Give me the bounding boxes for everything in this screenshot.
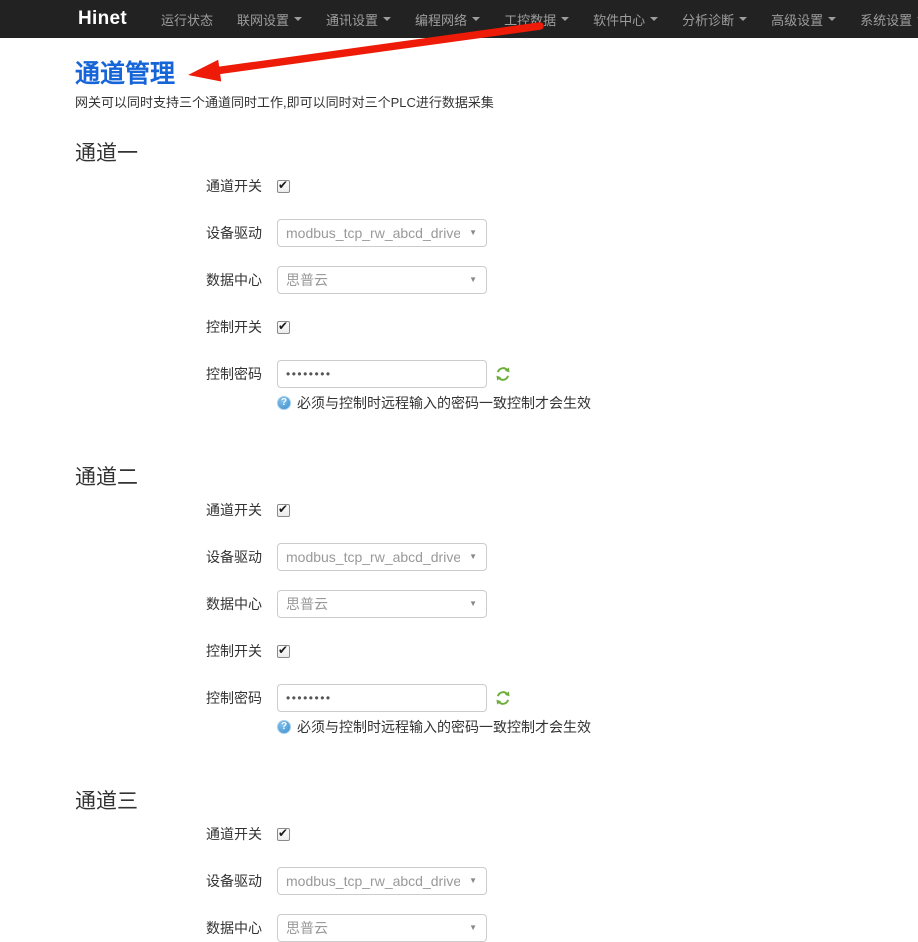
control-password-input[interactable] (277, 360, 487, 388)
nav-item-programming-network[interactable]: 编程网络 (403, 0, 492, 38)
data-center-label: 数据中心 (75, 266, 262, 294)
nav-item-advanced-settings[interactable]: 高级设置 (759, 0, 848, 38)
page-subtitle: 网关可以同时支持三个通道同时工作,即可以同时对三个PLC进行数据采集 (75, 95, 918, 111)
channel-switch-label: 通道开关 (75, 820, 262, 848)
data-center-label: 数据中心 (75, 914, 262, 942)
chevron-down-icon (472, 17, 480, 21)
channel-switch-row: 通道开关 (75, 496, 918, 524)
device-driver-label: 设备驱动 (75, 219, 262, 247)
nav-item-software-center[interactable]: 软件中心 (581, 0, 670, 38)
password-help-text: 必须与控制时远程输入的密码一致控制才会生效 (297, 717, 591, 737)
nav-item-system-settings[interactable]: 系统设置 (848, 0, 918, 38)
channel-three-section: 通道三 通道开关 设备驱动 modbus_tcp_rw_abcd_driver … (75, 789, 918, 942)
chevron-down-icon (294, 17, 302, 21)
control-switch-label: 控制开关 (75, 637, 262, 665)
nav-item-analysis-diagnosis[interactable]: 分析诊断 (670, 0, 759, 38)
nav-item-comm-settings[interactable]: 通讯设置 (314, 0, 403, 38)
password-help: ? 必须与控制时远程输入的密码一致控制才会生效 (277, 717, 591, 737)
channel-switch-label: 通道开关 (75, 172, 262, 200)
control-switch-row: 控制开关 (75, 637, 918, 665)
device-driver-label: 设备驱动 (75, 867, 262, 895)
control-switch-checkbox[interactable] (277, 321, 290, 334)
data-center-row: 数据中心 思普云 ▼ (75, 266, 918, 294)
channel-switch-checkbox[interactable] (277, 504, 290, 517)
help-icon: ? (277, 720, 291, 734)
page-title: 通道管理 (75, 60, 918, 89)
control-password-row: 控制密码 ? 必须与控制时远程输入的密码一致控制才会生 (75, 360, 918, 413)
nav-item-label: 软件中心 (593, 10, 645, 29)
channel-switch-checkbox[interactable] (277, 828, 290, 841)
data-center-select[interactable]: 思普云 (277, 266, 487, 294)
channel-one-section: 通道一 通道开关 设备驱动 modbus_tcp_rw_abcd_driver … (75, 141, 918, 413)
chevron-down-icon (561, 17, 569, 21)
nav-item-label: 编程网络 (415, 10, 467, 29)
chevron-down-icon (739, 17, 747, 21)
channel-two-section: 通道二 通道开关 设备驱动 modbus_tcp_rw_abcd_driver … (75, 465, 918, 737)
top-navbar: Hinet 运行状态 联网设置 通讯设置 编程网络 工控数据 软件中心 分析诊断… (0, 0, 918, 38)
refresh-icon (495, 690, 511, 706)
password-help: ? 必须与控制时远程输入的密码一致控制才会生效 (277, 393, 591, 413)
nav-item-label: 系统设置 (860, 10, 912, 29)
device-driver-row: 设备驱动 modbus_tcp_rw_abcd_driver ▼ (75, 543, 918, 571)
channel-switch-checkbox[interactable] (277, 180, 290, 193)
refresh-password-button[interactable] (495, 366, 511, 382)
brand-logo[interactable]: Hinet (78, 8, 127, 30)
control-password-row: 控制密码 ? 必须与控制时远程输入的密码一致控制才会生 (75, 684, 918, 737)
data-center-select[interactable]: 思普云 (277, 914, 487, 942)
device-driver-select[interactable]: modbus_tcp_rw_abcd_driver (277, 867, 487, 895)
control-switch-checkbox[interactable] (277, 645, 290, 658)
chevron-down-icon (650, 17, 658, 21)
channel-heading: 通道一 (75, 141, 918, 166)
device-driver-row: 设备驱动 modbus_tcp_rw_abcd_driver ▼ (75, 867, 918, 895)
chevron-down-icon (383, 17, 391, 21)
device-driver-select[interactable]: modbus_tcp_rw_abcd_driver (277, 219, 487, 247)
data-center-row: 数据中心 思普云 ▼ (75, 914, 918, 942)
nav-item-label: 工控数据 (504, 10, 556, 29)
nav-item-network-settings[interactable]: 联网设置 (225, 0, 314, 38)
nav-item-label: 高级设置 (771, 10, 823, 29)
data-center-label: 数据中心 (75, 590, 262, 618)
nav-item-run-status[interactable]: 运行状态 (149, 0, 225, 38)
data-center-select[interactable]: 思普云 (277, 590, 487, 618)
control-password-input[interactable] (277, 684, 487, 712)
control-password-label: 控制密码 (75, 360, 262, 388)
nav-item-industrial-data[interactable]: 工控数据 (492, 0, 581, 38)
channel-switch-row: 通道开关 (75, 172, 918, 200)
main-content: 通道管理 网关可以同时支持三个通道同时工作,即可以同时对三个PLC进行数据采集 … (0, 38, 918, 942)
device-driver-select[interactable]: modbus_tcp_rw_abcd_driver (277, 543, 487, 571)
device-driver-row: 设备驱动 modbus_tcp_rw_abcd_driver ▼ (75, 219, 918, 247)
nav-item-label: 运行状态 (161, 10, 213, 29)
refresh-icon (495, 366, 511, 382)
channel-switch-row: 通道开关 (75, 820, 918, 848)
control-switch-label: 控制开关 (75, 313, 262, 341)
nav-item-label: 联网设置 (237, 10, 289, 29)
chevron-down-icon (828, 17, 836, 21)
control-password-label: 控制密码 (75, 684, 262, 712)
help-icon: ? (277, 396, 291, 410)
control-switch-row: 控制开关 (75, 313, 918, 341)
data-center-row: 数据中心 思普云 ▼ (75, 590, 918, 618)
refresh-password-button[interactable] (495, 690, 511, 706)
device-driver-label: 设备驱动 (75, 543, 262, 571)
channel-heading: 通道三 (75, 789, 918, 814)
nav-item-label: 分析诊断 (682, 10, 734, 29)
nav-item-label: 通讯设置 (326, 10, 378, 29)
password-help-text: 必须与控制时远程输入的密码一致控制才会生效 (297, 393, 591, 413)
channel-switch-label: 通道开关 (75, 496, 262, 524)
channel-heading: 通道二 (75, 465, 918, 490)
